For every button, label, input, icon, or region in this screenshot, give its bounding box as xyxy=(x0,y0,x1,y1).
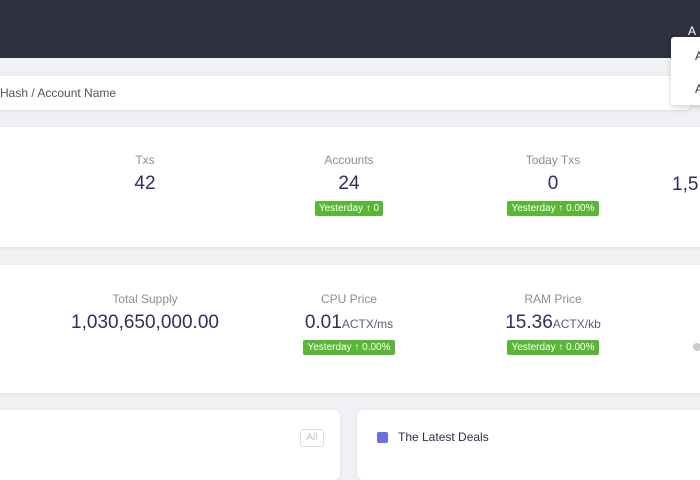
stat-label: Txs xyxy=(135,153,155,167)
stat-label: Total Supply xyxy=(112,292,178,306)
stat-unit: ACTX/ms xyxy=(341,317,394,331)
stat-cpu-price: CPU Price 0.01ACTX/ms Yesterday ↑ 0.00% xyxy=(259,292,439,355)
stat-label: Accounts xyxy=(324,153,374,167)
stat-number: 0.01 xyxy=(304,312,342,333)
dropdown-item[interactable]: A xyxy=(695,49,700,63)
stat-unit: ACTX/kb xyxy=(552,317,601,331)
status-badge: Yesterday ↑ 0.00% xyxy=(507,340,599,355)
stat-label: CPU Price xyxy=(320,292,377,306)
top-navbar: A xyxy=(0,0,700,58)
dropdown-menu: A A xyxy=(671,37,700,105)
search-box[interactable] xyxy=(0,76,690,110)
stat-value: 24 xyxy=(338,173,360,194)
edit-icon xyxy=(377,432,388,443)
stat-ram-price: RAM Price 15.36ACTX/kb Yesterday ↑ 0.00% xyxy=(463,292,643,355)
stat-label: RAM Price xyxy=(524,292,582,306)
stat-value: 0.01ACTX/ms xyxy=(259,312,439,334)
stat-value: 15.36ACTX/kb xyxy=(463,312,643,334)
stat-today-txs: Today Txs 0 Yesterday ↑ 0.00% xyxy=(463,153,643,216)
stat-value-partial: 1,5 xyxy=(672,174,699,195)
stat-label: Today Txs xyxy=(525,153,581,167)
stat-value: 0 xyxy=(547,173,559,194)
indicator-dot xyxy=(693,343,700,351)
panel-latest-deals xyxy=(357,410,700,480)
status-badge: Yesterday ↑ 0 xyxy=(314,201,384,216)
stat-txs: Txs 42 xyxy=(55,153,235,195)
stat-number: 15.36 xyxy=(505,312,553,333)
stats-card-overview: Txs 42 Accounts 24 Yesterday ↑ 0 Today T… xyxy=(0,127,700,247)
stat-accounts: Accounts 24 Yesterday ↑ 0 xyxy=(259,153,439,216)
status-badge: Yesterday ↑ 0.00% xyxy=(507,201,599,216)
search-input[interactable] xyxy=(0,76,690,110)
stat-total-supply: Total Supply 1,030,650,000.00 xyxy=(55,292,235,334)
account-menu-trigger[interactable]: A xyxy=(688,24,696,38)
stat-value: 42 xyxy=(134,173,156,194)
dropdown-item[interactable]: A xyxy=(695,82,700,96)
all-button[interactable]: All xyxy=(300,429,324,447)
stats-card-resources: Total Supply 1,030,650,000.00 CPU Price … xyxy=(0,265,700,393)
status-badge: Yesterday ↑ 0.00% xyxy=(303,340,395,355)
panel-left xyxy=(0,410,340,480)
panel-title: The Latest Deals xyxy=(398,430,489,444)
stat-value: 1,030,650,000.00 xyxy=(71,312,219,333)
